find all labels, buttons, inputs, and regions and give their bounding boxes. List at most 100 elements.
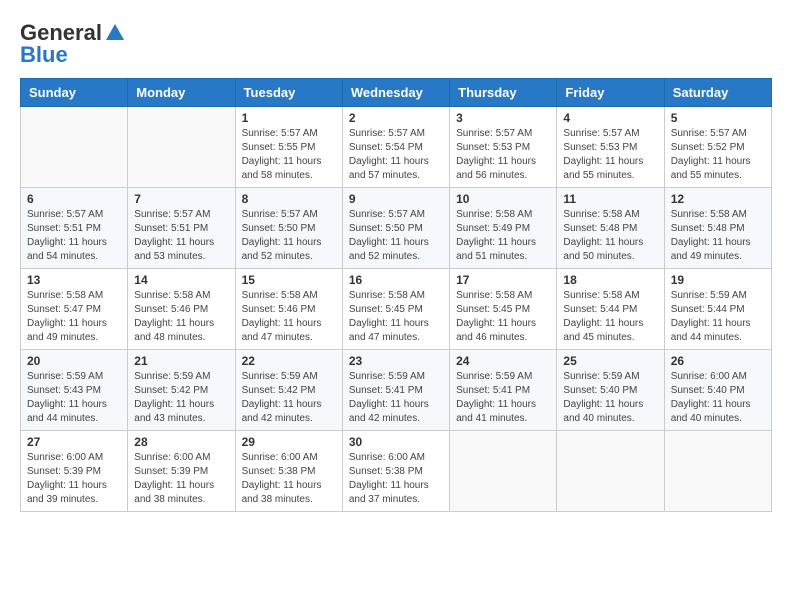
daylight-text: Daylight: 11 hours and 41 minutes. (456, 398, 550, 426)
daylight-text: Daylight: 11 hours and 42 minutes. (349, 398, 443, 426)
calendar-cell: 25 Sunrise: 5:59 AM Sunset: 5:40 PM Dayl… (557, 350, 664, 431)
daylight-text: Daylight: 11 hours and 43 minutes. (134, 398, 228, 426)
day-number: 7 (134, 192, 228, 206)
day-info: Sunrise: 5:57 AM Sunset: 5:52 PM Dayligh… (671, 127, 765, 183)
day-number: 17 (456, 273, 550, 287)
sunset-text: Sunset: 5:45 PM (456, 303, 550, 317)
day-info: Sunrise: 5:57 AM Sunset: 5:50 PM Dayligh… (349, 208, 443, 264)
calendar-table: SundayMondayTuesdayWednesdayThursdayFrid… (20, 78, 772, 512)
sunrise-text: Sunrise: 5:58 AM (563, 208, 657, 222)
sunset-text: Sunset: 5:55 PM (242, 141, 336, 155)
calendar-cell: 11 Sunrise: 5:58 AM Sunset: 5:48 PM Dayl… (557, 188, 664, 269)
day-number: 21 (134, 354, 228, 368)
sunset-text: Sunset: 5:51 PM (27, 222, 121, 236)
sunset-text: Sunset: 5:52 PM (671, 141, 765, 155)
daylight-text: Daylight: 11 hours and 49 minutes. (27, 317, 121, 345)
daylight-text: Daylight: 11 hours and 40 minutes. (563, 398, 657, 426)
day-number: 16 (349, 273, 443, 287)
sunrise-text: Sunrise: 5:58 AM (456, 208, 550, 222)
sunrise-text: Sunrise: 6:00 AM (134, 451, 228, 465)
daylight-text: Daylight: 11 hours and 51 minutes. (456, 236, 550, 264)
day-number: 19 (671, 273, 765, 287)
weekday-header-sunday: Sunday (21, 79, 128, 107)
weekday-header-row: SundayMondayTuesdayWednesdayThursdayFrid… (21, 79, 772, 107)
daylight-text: Daylight: 11 hours and 47 minutes. (349, 317, 443, 345)
day-info: Sunrise: 6:00 AM Sunset: 5:40 PM Dayligh… (671, 370, 765, 426)
daylight-text: Daylight: 11 hours and 38 minutes. (134, 479, 228, 507)
sunrise-text: Sunrise: 5:59 AM (563, 370, 657, 384)
weekday-header-saturday: Saturday (664, 79, 771, 107)
day-info: Sunrise: 5:57 AM Sunset: 5:50 PM Dayligh… (242, 208, 336, 264)
daylight-text: Daylight: 11 hours and 46 minutes. (456, 317, 550, 345)
sunset-text: Sunset: 5:39 PM (27, 465, 121, 479)
sunrise-text: Sunrise: 5:57 AM (349, 208, 443, 222)
day-info: Sunrise: 5:59 AM Sunset: 5:43 PM Dayligh… (27, 370, 121, 426)
daylight-text: Daylight: 11 hours and 58 minutes. (242, 155, 336, 183)
sunrise-text: Sunrise: 5:57 AM (671, 127, 765, 141)
calendar-cell: 28 Sunrise: 6:00 AM Sunset: 5:39 PM Dayl… (128, 431, 235, 512)
day-info: Sunrise: 6:00 AM Sunset: 5:38 PM Dayligh… (242, 451, 336, 507)
sunrise-text: Sunrise: 5:57 AM (134, 208, 228, 222)
sunrise-text: Sunrise: 5:59 AM (671, 289, 765, 303)
sunrise-text: Sunrise: 5:57 AM (563, 127, 657, 141)
daylight-text: Daylight: 11 hours and 44 minutes. (27, 398, 121, 426)
daylight-text: Daylight: 11 hours and 54 minutes. (27, 236, 121, 264)
day-info: Sunrise: 5:58 AM Sunset: 5:44 PM Dayligh… (563, 289, 657, 345)
day-info: Sunrise: 5:59 AM Sunset: 5:40 PM Dayligh… (563, 370, 657, 426)
calendar-cell: 27 Sunrise: 6:00 AM Sunset: 5:39 PM Dayl… (21, 431, 128, 512)
daylight-text: Daylight: 11 hours and 45 minutes. (563, 317, 657, 345)
sunset-text: Sunset: 5:42 PM (242, 384, 336, 398)
day-info: Sunrise: 5:58 AM Sunset: 5:46 PM Dayligh… (134, 289, 228, 345)
day-number: 12 (671, 192, 765, 206)
sunset-text: Sunset: 5:50 PM (349, 222, 443, 236)
day-info: Sunrise: 6:00 AM Sunset: 5:38 PM Dayligh… (349, 451, 443, 507)
calendar-cell: 7 Sunrise: 5:57 AM Sunset: 5:51 PM Dayli… (128, 188, 235, 269)
day-number: 5 (671, 111, 765, 125)
sunset-text: Sunset: 5:51 PM (134, 222, 228, 236)
calendar-cell: 13 Sunrise: 5:58 AM Sunset: 5:47 PM Dayl… (21, 269, 128, 350)
calendar-week-1: 1 Sunrise: 5:57 AM Sunset: 5:55 PM Dayli… (21, 107, 772, 188)
sunset-text: Sunset: 5:44 PM (671, 303, 765, 317)
sunrise-text: Sunrise: 5:57 AM (456, 127, 550, 141)
calendar-cell: 19 Sunrise: 5:59 AM Sunset: 5:44 PM Dayl… (664, 269, 771, 350)
sunrise-text: Sunrise: 5:58 AM (242, 289, 336, 303)
calendar-cell: 4 Sunrise: 5:57 AM Sunset: 5:53 PM Dayli… (557, 107, 664, 188)
logo-icon (104, 22, 126, 44)
daylight-text: Daylight: 11 hours and 55 minutes. (563, 155, 657, 183)
calendar-week-2: 6 Sunrise: 5:57 AM Sunset: 5:51 PM Dayli… (21, 188, 772, 269)
calendar-cell: 16 Sunrise: 5:58 AM Sunset: 5:45 PM Dayl… (342, 269, 449, 350)
day-number: 11 (563, 192, 657, 206)
calendar-cell (557, 431, 664, 512)
sunrise-text: Sunrise: 5:58 AM (563, 289, 657, 303)
day-info: Sunrise: 5:57 AM Sunset: 5:53 PM Dayligh… (563, 127, 657, 183)
sunset-text: Sunset: 5:38 PM (349, 465, 443, 479)
sunrise-text: Sunrise: 5:58 AM (134, 289, 228, 303)
day-number: 26 (671, 354, 765, 368)
calendar-cell: 17 Sunrise: 5:58 AM Sunset: 5:45 PM Dayl… (450, 269, 557, 350)
calendar-week-3: 13 Sunrise: 5:58 AM Sunset: 5:47 PM Dayl… (21, 269, 772, 350)
sunset-text: Sunset: 5:44 PM (563, 303, 657, 317)
day-number: 8 (242, 192, 336, 206)
calendar-cell: 2 Sunrise: 5:57 AM Sunset: 5:54 PM Dayli… (342, 107, 449, 188)
sunrise-text: Sunrise: 5:58 AM (456, 289, 550, 303)
sunrise-text: Sunrise: 6:00 AM (27, 451, 121, 465)
day-info: Sunrise: 6:00 AM Sunset: 5:39 PM Dayligh… (27, 451, 121, 507)
day-number: 30 (349, 435, 443, 449)
sunrise-text: Sunrise: 6:00 AM (242, 451, 336, 465)
sunset-text: Sunset: 5:41 PM (456, 384, 550, 398)
daylight-text: Daylight: 11 hours and 57 minutes. (349, 155, 443, 183)
weekday-header-thursday: Thursday (450, 79, 557, 107)
sunrise-text: Sunrise: 6:00 AM (349, 451, 443, 465)
day-number: 22 (242, 354, 336, 368)
daylight-text: Daylight: 11 hours and 37 minutes. (349, 479, 443, 507)
weekday-header-tuesday: Tuesday (235, 79, 342, 107)
day-info: Sunrise: 5:58 AM Sunset: 5:45 PM Dayligh… (456, 289, 550, 345)
calendar-cell: 23 Sunrise: 5:59 AM Sunset: 5:41 PM Dayl… (342, 350, 449, 431)
calendar-cell: 6 Sunrise: 5:57 AM Sunset: 5:51 PM Dayli… (21, 188, 128, 269)
daylight-text: Daylight: 11 hours and 48 minutes. (134, 317, 228, 345)
calendar-cell: 1 Sunrise: 5:57 AM Sunset: 5:55 PM Dayli… (235, 107, 342, 188)
day-info: Sunrise: 6:00 AM Sunset: 5:39 PM Dayligh… (134, 451, 228, 507)
calendar-cell: 5 Sunrise: 5:57 AM Sunset: 5:52 PM Dayli… (664, 107, 771, 188)
sunset-text: Sunset: 5:39 PM (134, 465, 228, 479)
daylight-text: Daylight: 11 hours and 53 minutes. (134, 236, 228, 264)
